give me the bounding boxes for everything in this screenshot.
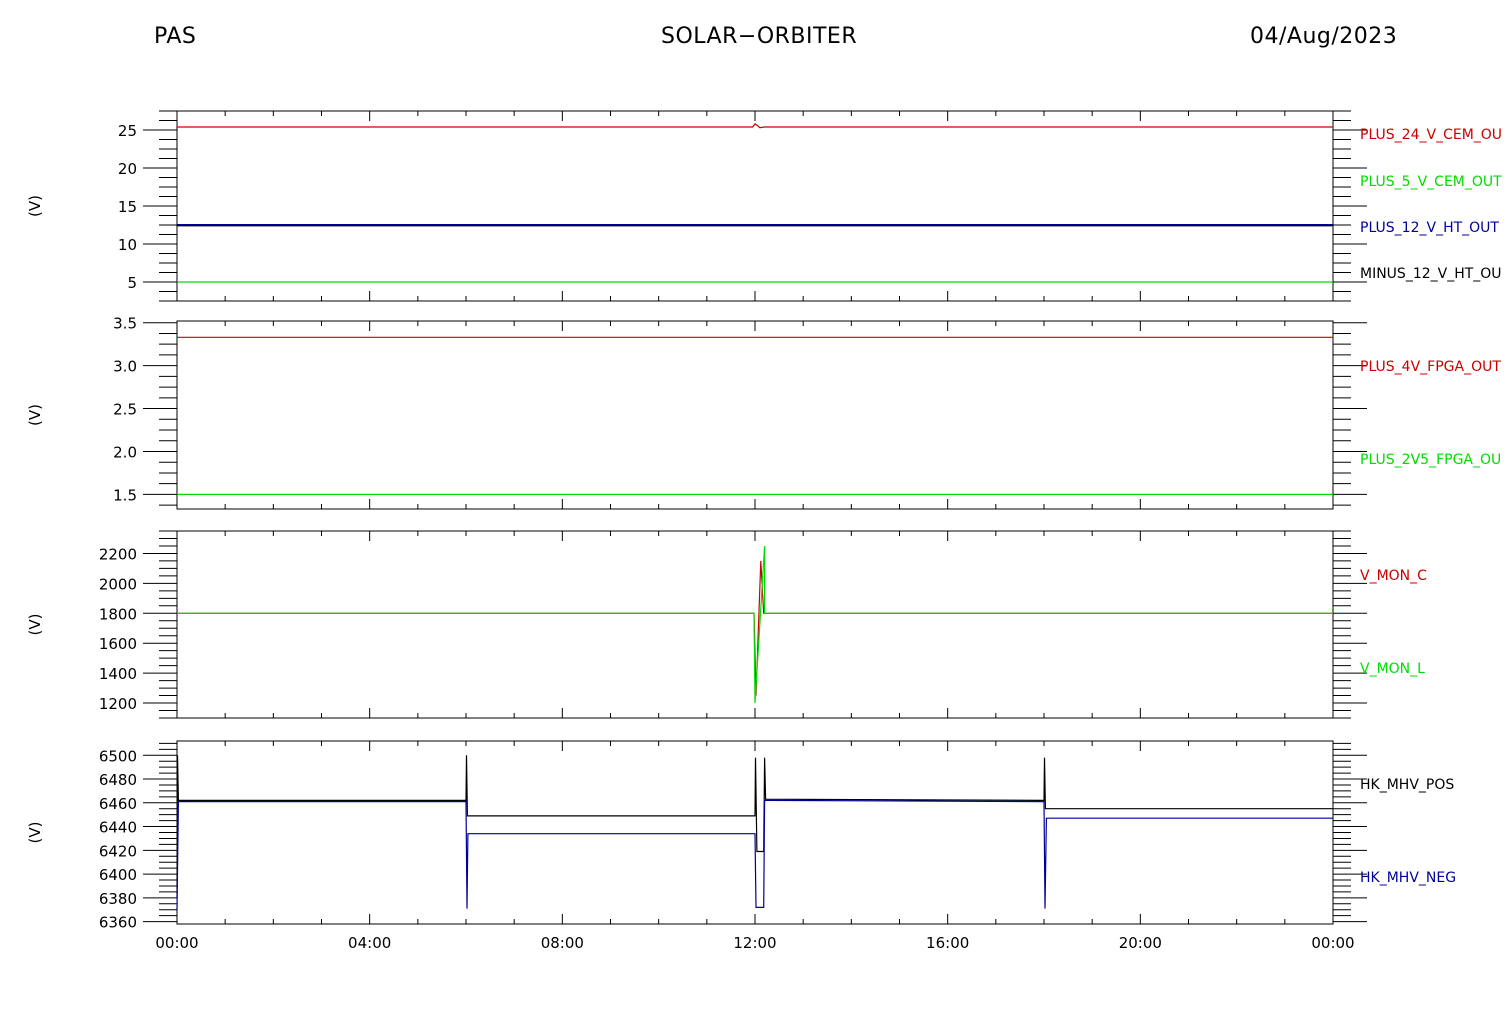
panel-frame (176, 110, 1334, 302)
y-tick-label: 6380 (99, 890, 137, 908)
y-tick-label: 6440 (99, 819, 137, 837)
series-line-v-mon-l (177, 545, 1333, 704)
legend-plus-4v-fpga-out: PLUS_4V_FPGA_OUT (1360, 359, 1501, 375)
y-tick-label: 6480 (99, 771, 137, 789)
y-tick-label: 6500 (99, 747, 137, 765)
y-tick-label: 15 (118, 198, 137, 216)
y-tick-label: 10 (118, 236, 137, 254)
y-axis-label: (V) (26, 822, 44, 844)
y-tick-label: 6460 (99, 795, 137, 813)
y-tick-label: 6400 (99, 866, 137, 884)
panel-1: 5 10 15 20 25 (V) PLUS_24_V_CEM_OU PLUS_5_V_CEM… (26, 110, 1502, 302)
legend-hk-mhv-pos: HK_MHV_POS (1360, 777, 1454, 793)
y-tick-label: 20 (118, 160, 137, 178)
y-axis-label: (V) (26, 404, 44, 426)
legend-hk-mhv-neg: HK_MHV_NEG (1360, 870, 1456, 886)
panel-3: 1200 1400 1600 1800 2000 2200 (V) V_MON_C V_MON_… (26, 530, 1427, 719)
panel-2: 1.5 2.0 2.5 3.0 3.5 (V) PLUS_4V_FPGA_OUT PLUS_2… (26, 315, 1501, 510)
legend-minus-12-v-ht-out: MINUS_12_V_HT_OU (1360, 266, 1502, 282)
y-tick-label: 1400 (99, 665, 137, 683)
y-tick-label: 25 (118, 122, 137, 140)
x-tick-label: 08:00 (541, 934, 584, 952)
y-tick-label: 2000 (99, 575, 137, 593)
legend-plus-24-v-cem-out: PLUS_24_V_CEM_OU (1360, 127, 1502, 143)
legend-plus-5-v-cem-out: PLUS_5_V_CEM_OUT (1360, 174, 1502, 190)
y-tick-label: 1.5 (113, 486, 137, 504)
y-tick-label: 2.5 (113, 401, 137, 419)
y-tick-label: 6360 (99, 914, 137, 932)
housekeeping-voltage-plots: 5 10 15 20 25 (V) PLUS_24_V_CEM_OU PLUS_5_V_CEM… (26, 110, 1502, 952)
y-tick-label: 6420 (99, 842, 137, 860)
y-tick-label: 3.5 (113, 315, 137, 333)
panel-frame (176, 320, 1334, 510)
y-tick-label: 3.0 (113, 358, 137, 376)
x-tick-label: 12:00 (733, 934, 776, 952)
series-line-hk-mhv-neg (176, 799, 1333, 910)
x-tick-label: 04:00 (348, 934, 391, 952)
legend-plus-2v5-fpga-out: PLUS_2V5_FPGA_OU (1360, 452, 1501, 468)
x-tick-label: 16:00 (926, 934, 969, 952)
y-axis-label: (V) (26, 195, 44, 217)
x-tick-label: 00:00 (155, 934, 198, 952)
legend-v-mon-l: V_MON_L (1360, 661, 1425, 677)
panel-4: 6360 6380 6400 6420 6440 6460 6480 6500 (V) HK_MH… (26, 740, 1456, 932)
y-axis-label: (V) (26, 614, 44, 636)
x-tick-label: 20:00 (1119, 934, 1162, 952)
legend-v-mon-c: V_MON_C (1360, 568, 1427, 584)
y-tick-label: 5 (127, 274, 137, 292)
y-tick-label: 1800 (99, 605, 137, 623)
y-tick-label: 1600 (99, 635, 137, 653)
y-tick-label: 1200 (99, 695, 137, 713)
x-tick-label: 00:00 (1311, 934, 1354, 952)
y-tick-label: 2.0 (113, 443, 137, 461)
legend-plus-12-v-ht-out: PLUS_12_V_HT_OUT (1360, 220, 1499, 236)
y-tick-label: 2200 (99, 545, 137, 563)
series-line-plus-24-v-cem-out (177, 123, 1333, 129)
